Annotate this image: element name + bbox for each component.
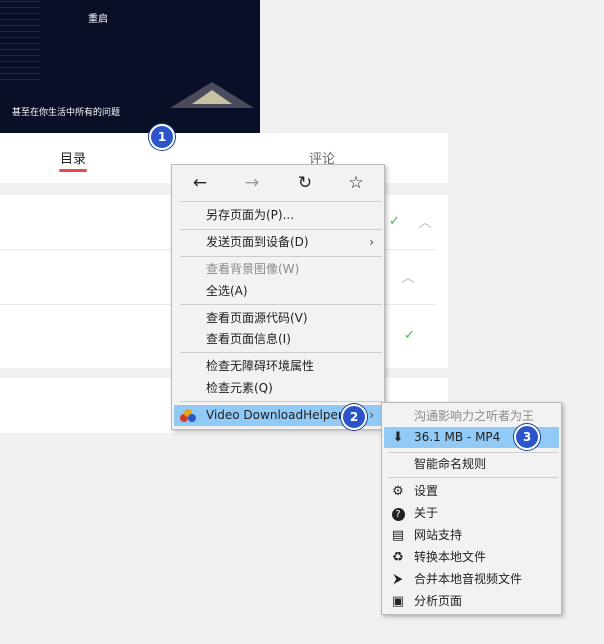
forward-icon[interactable]: → <box>241 173 263 193</box>
reload-icon[interactable]: ↻ <box>294 173 316 193</box>
submenu-video-title: 沟通影响力之听者为王 <box>414 409 535 423</box>
submenu-settings-label: 设置 <box>414 484 439 498</box>
menu-save-page-label: 另存页面为(P)... <box>206 208 295 222</box>
gear-icon: ⚙ <box>392 484 404 499</box>
step-badge-1: 1 <box>149 124 175 150</box>
video-side-area <box>260 0 448 133</box>
menu-separator <box>388 477 558 478</box>
analyze-image-icon: ▣ <box>391 594 405 609</box>
submenu-analyze-label: 分析页面 <box>414 594 463 608</box>
menu-separator <box>180 401 382 402</box>
video-stars <box>0 0 40 80</box>
menu-view-source-label: 查看页面源代码(V) <box>206 311 308 325</box>
menu-separator <box>180 201 382 202</box>
check-icon: ✓ <box>404 328 415 343</box>
menu-save-page[interactable]: 另存页面为(P)... <box>174 205 382 226</box>
menu-send-to-device-label: 发送页面到设备(D) <box>206 235 309 249</box>
menu-separator <box>180 304 382 305</box>
step-badge-3: 3 <box>514 424 540 450</box>
video-title-text: 重启 <box>88 14 108 25</box>
submenu-merge[interactable]: ⮞ 合并本地音视频文件 <box>384 569 559 590</box>
menu-select-all-label: 全选(A) <box>206 284 248 298</box>
menu-view-bg-image[interactable]: 查看背景图像(W) <box>174 259 382 280</box>
sites-list-icon: ▤ <box>391 528 405 543</box>
menu-select-all[interactable]: 全选(A) <box>174 281 382 302</box>
submenu-about-label: 关于 <box>414 506 439 520</box>
menu-view-bg-image-label: 查看背景图像(W) <box>206 262 300 276</box>
video-subtitle: 甚至在你生活中所有的问题 <box>12 108 121 118</box>
menu-separator <box>388 452 558 453</box>
menu-separator <box>180 352 382 353</box>
chevron-up-icon[interactable]: ︿ <box>418 212 432 232</box>
context-nav-bar: ← → ↻ ☆ <box>172 165 384 201</box>
menu-page-info[interactable]: 查看页面信息(I) <box>174 329 382 350</box>
submenu-arrow-icon: › <box>369 408 374 422</box>
submenu-download-label: 36.1 MB - MP4 <box>414 430 501 444</box>
submenu-analyze[interactable]: ▣ 分析页面 <box>384 591 559 612</box>
menu-page-info-label: 查看页面信息(I) <box>206 332 291 346</box>
context-menu: ← → ↻ ☆ 另存页面为(P)... 发送页面到设备(D) › 查看背景图像(… <box>171 164 385 430</box>
submenu-convert-label: 转换本地文件 <box>414 550 487 564</box>
menu-separator <box>180 256 382 257</box>
menu-accessibility-label: 检查无障碍环境属性 <box>206 359 315 373</box>
video-prism-highlight <box>192 90 232 104</box>
download-arrow-icon: ⬇ <box>392 430 404 445</box>
submenu-convert[interactable]: ♻ 转换本地文件 <box>384 547 559 568</box>
submenu-arrow-icon: › <box>369 235 374 249</box>
check-icon: ✓ <box>389 214 400 229</box>
chevron-up-icon[interactable]: ︿ <box>401 267 415 287</box>
question-icon: ? <box>390 503 406 524</box>
submenu-smart-naming-label: 智能命名规则 <box>414 457 487 471</box>
submenu-settings[interactable]: ⚙ 设置 <box>384 481 559 502</box>
submenu-smart-naming[interactable]: 智能命名规则 <box>384 454 559 475</box>
step-badge-2: 2 <box>341 404 367 430</box>
menu-inspect-element[interactable]: 检查元素(Q) <box>174 378 382 399</box>
submenu-merge-label: 合并本地音视频文件 <box>414 572 523 586</box>
question-icon-glyph: ? <box>391 508 405 521</box>
submenu-sites[interactable]: ▤ 网站支持 <box>384 525 559 546</box>
back-icon[interactable]: ← <box>189 173 211 193</box>
bookmark-star-icon[interactable]: ☆ <box>345 173 367 193</box>
video-downloadhelper-icon <box>180 409 196 423</box>
tab-active-underline <box>59 169 87 172</box>
menu-inspect-element-label: 检查元素(Q) <box>206 381 273 395</box>
menu-send-to-device[interactable]: 发送页面到设备(D) › <box>174 232 382 253</box>
submenu-about[interactable]: ? 关于 <box>384 503 559 524</box>
menu-accessibility[interactable]: 检查无障碍环境属性 <box>174 356 382 377</box>
convert-recycle-icon: ♻ <box>392 550 404 565</box>
submenu-sites-label: 网站支持 <box>414 528 463 542</box>
menu-view-source[interactable]: 查看页面源代码(V) <box>174 308 382 329</box>
merge-arrow-icon: ⮞ <box>393 572 403 587</box>
video-player[interactable]: 重启 甚至在你生活中所有的问题 <box>0 0 260 133</box>
menu-separator <box>180 229 382 230</box>
menu-video-downloadhelper-label: Video DownloadHelper <box>206 408 343 422</box>
tab-catalog[interactable]: 目录 <box>60 148 86 167</box>
